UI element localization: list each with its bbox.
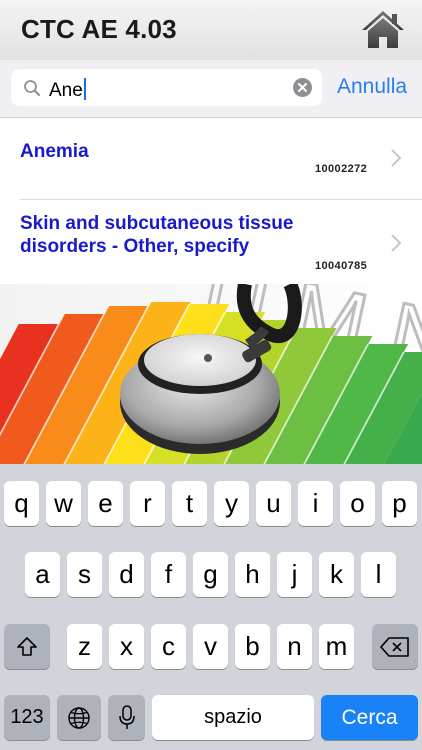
chevron-right-icon bbox=[391, 234, 402, 252]
space-key[interactable]: spazio bbox=[152, 695, 314, 740]
key-b[interactable]: b bbox=[235, 624, 270, 669]
shift-key[interactable] bbox=[4, 624, 50, 669]
key-r[interactable]: r bbox=[130, 481, 165, 526]
key-k[interactable]: k bbox=[319, 552, 354, 597]
key-e[interactable]: e bbox=[88, 481, 123, 526]
search-icon bbox=[24, 80, 40, 96]
result-title: Skin and subcutaneous tissue disorders -… bbox=[20, 213, 294, 257]
key-z[interactable]: z bbox=[67, 624, 102, 669]
text-cursor bbox=[83, 78, 86, 100]
search-input-value: Ane bbox=[49, 80, 83, 101]
key-o[interactable]: o bbox=[340, 481, 375, 526]
key-y[interactable]: y bbox=[214, 481, 249, 526]
result-code: 10002272 bbox=[315, 163, 368, 175]
key-v[interactable]: v bbox=[193, 624, 228, 669]
key-q[interactable]: q bbox=[4, 481, 39, 526]
key-p[interactable]: p bbox=[382, 481, 417, 526]
backspace-icon bbox=[380, 636, 409, 657]
key-h[interactable]: h bbox=[235, 552, 270, 597]
key-g[interactable]: g bbox=[193, 552, 228, 597]
list-item[interactable]: Anemia 10002272 bbox=[0, 118, 422, 200]
key-j[interactable]: j bbox=[277, 552, 312, 597]
search-bar: Ane Annulla bbox=[0, 60, 422, 118]
key-u[interactable]: u bbox=[256, 481, 291, 526]
key-d[interactable]: d bbox=[109, 552, 144, 597]
stethoscope-image: U M N bbox=[0, 284, 422, 464]
microphone-icon bbox=[118, 704, 135, 729]
key-c[interactable]: c bbox=[151, 624, 186, 669]
key-a[interactable]: a bbox=[25, 552, 60, 597]
key-n[interactable]: n bbox=[277, 624, 312, 669]
on-screen-keyboard: q w e r t y u i o p a s d f g h j k l z … bbox=[0, 464, 422, 750]
clear-search-icon[interactable] bbox=[293, 78, 312, 97]
key-f[interactable]: f bbox=[151, 552, 186, 597]
result-title: Anemia bbox=[20, 141, 89, 162]
dictation-key[interactable] bbox=[108, 695, 145, 740]
chevron-right-icon bbox=[391, 149, 402, 167]
numbers-key[interactable]: 123 bbox=[4, 695, 50, 740]
shift-icon bbox=[17, 636, 37, 656]
key-i[interactable]: i bbox=[298, 481, 333, 526]
home-icon bbox=[362, 11, 404, 48]
backspace-key[interactable] bbox=[372, 624, 418, 669]
key-w[interactable]: w bbox=[46, 481, 81, 526]
search-return-key[interactable]: Cerca bbox=[321, 695, 418, 740]
key-x[interactable]: x bbox=[109, 624, 144, 669]
app-title: CTC AE 4.03 bbox=[21, 14, 177, 44]
list-item[interactable]: Skin and subcutaneous tissue disorders -… bbox=[0, 200, 422, 284]
key-m[interactable]: m bbox=[319, 624, 354, 669]
search-field[interactable]: Ane bbox=[11, 69, 322, 106]
result-code: 10040785 bbox=[315, 260, 368, 272]
globe-key[interactable] bbox=[57, 695, 101, 740]
cancel-button[interactable]: Annulla bbox=[337, 75, 407, 99]
key-l[interactable]: l bbox=[361, 552, 396, 597]
key-t[interactable]: t bbox=[172, 481, 207, 526]
navigation-bar: CTC AE 4.03 bbox=[0, 0, 422, 60]
results-list: Anemia 10002272 Skin and subcutaneous ti… bbox=[0, 118, 422, 284]
home-button[interactable] bbox=[360, 8, 406, 52]
globe-icon bbox=[68, 706, 90, 729]
key-s[interactable]: s bbox=[67, 552, 102, 597]
search-input[interactable]: Ane bbox=[49, 78, 86, 102]
